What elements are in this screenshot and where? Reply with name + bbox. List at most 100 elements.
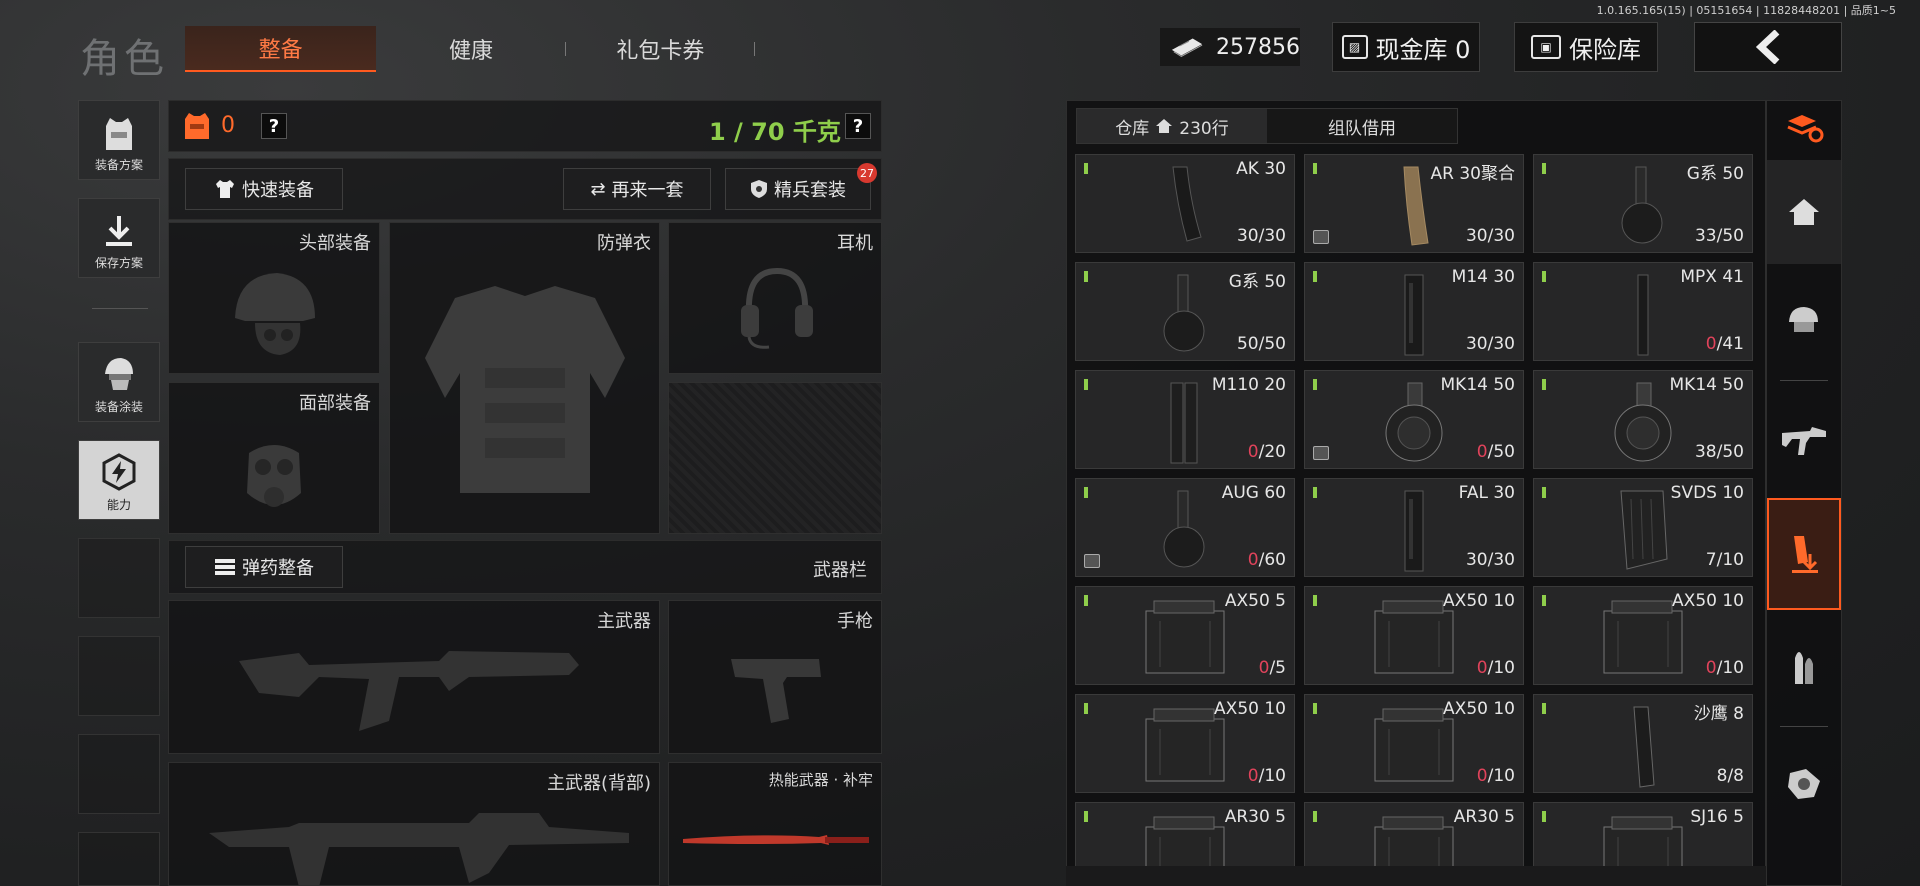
download-icon [106,216,132,246]
vault-icon: ▨ [1341,35,1368,59]
item-name: G系 50 [1686,164,1744,184]
weight-help-button[interactable]: ? [845,113,871,139]
tab-loadout[interactable]: 整备 [185,26,377,72]
category-magazine-button[interactable] [1767,498,1841,610]
magazine-icon [1165,165,1205,247]
elite-set-button[interactable]: 精兵套装 [725,168,871,210]
empty-sidebar-slot [78,832,160,886]
inventory-item[interactable]: AX50 10 0/10 [1075,694,1295,793]
ammo-stack-icon [215,559,235,575]
magazine-icon [1399,489,1429,576]
inventory-item[interactable]: AX50 10 0/10 [1304,694,1524,793]
quick-equip-button[interactable]: 快速装备 [185,168,343,210]
item-ammo-current: 0 [1476,658,1488,678]
sniper-silhouette-icon [209,813,629,885]
item-ammo-count: 7/10 [1705,550,1744,570]
inventory-item[interactable]: SVDS 10 7/10 [1533,478,1753,577]
category-home-button[interactable] [1767,160,1841,264]
inventory-item[interactable]: AUG 60 0/60 [1075,478,1295,577]
item-quality-indicator [1542,487,1546,498]
tab-storage[interactable]: 仓库 230行 [1077,109,1267,143]
item-ammo-count: 0/10 [1705,658,1744,678]
equipment-skin-button[interactable]: 装备涂装 [78,342,160,422]
locked-slot [668,382,882,534]
item-ammo-current: 33 [1694,226,1717,246]
item-quality-indicator [1542,163,1546,174]
thermal-weapon-slot[interactable]: 热能武器 · 补牢 [668,762,882,886]
gasmask-silhouette-icon [247,445,301,507]
money-amount: 257856 [1216,34,1300,60]
item-ammo-count: 33/50 [1694,226,1744,246]
inventory-item[interactable]: MK14 50 0/50 [1304,370,1524,469]
item-name: AR30 5 [1453,807,1515,827]
item-ammo-current: 8 [1716,766,1728,786]
weapon-bar-label: 武器栏 [813,560,867,581]
inventory-item[interactable]: AR 30聚合 30/30 [1304,154,1524,253]
inventory-item[interactable]: AX50 10 0/10 [1533,586,1753,685]
inventory-item[interactable]: 沙鹰 8 8/8 [1533,694,1753,793]
primary-slot-label: 主武器 [597,611,651,632]
tab-team-borrow[interactable]: 组队借用 [1267,109,1457,143]
inventory-item[interactable]: G系 50 33/50 [1533,154,1753,253]
inventory-item[interactable]: MPX 41 0/41 [1533,262,1753,361]
item-name: FAL 30 [1458,483,1515,503]
ammo-icon [1795,652,1813,684]
item-name: MK14 50 [1440,375,1515,395]
item-ammo-current: 38 [1694,442,1717,462]
inventory-item[interactable]: M14 30 30/30 [1304,262,1524,361]
item-name: MK14 50 [1669,375,1744,395]
vest-plan-icon [106,118,132,150]
primary-weapon-back-slot[interactable]: 主武器(背部) [168,762,660,886]
safe-box-label: 保险库 [1569,35,1641,64]
headset-slot[interactable]: 耳机 [668,222,882,374]
inventory-item[interactable]: MK14 50 38/50 [1533,370,1753,469]
refresh-icon: ⇄ [590,178,606,200]
item-ammo-count: 0/10 [1476,766,1515,786]
tab-health[interactable]: 健康 [376,26,566,72]
storage-tab-label: 仓库 [1115,118,1150,139]
item-ammo-current: 30 [1236,226,1259,246]
back-button[interactable] [1694,22,1842,72]
reroll-button[interactable]: ⇄ 再来一套 [563,168,711,210]
save-plan-label: 保存方案 [94,256,143,270]
pistol-slot[interactable]: 手枪 [668,600,882,754]
head-gear-slot[interactable]: 头部装备 [168,222,380,374]
inventory-item[interactable]: AX50 10 0/10 [1304,586,1524,685]
inventory-item[interactable]: AX50 5 0/5 [1075,586,1295,685]
face-gear-slot[interactable]: 面部装备 [168,382,380,534]
tab-gift-coupons[interactable]: 礼包卡券 [566,26,755,72]
inventory-grid: AK 30 30/30 AR 30聚合 30/30 G系 50 33/50 G系 50 50/… [1075,154,1765,886]
category-ammo-button[interactable] [1767,616,1841,716]
ammo-equip-button[interactable]: 弹药整备 [185,546,343,588]
body-armor-slot[interactable]: 防弹衣 [389,222,660,534]
primary-weapon-slot[interactable]: 主武器 [168,600,660,754]
back-arrow-icon [1755,30,1780,64]
empty-sidebar-slot [78,636,160,716]
category-scope-button[interactable] [1767,734,1841,834]
item-ammo-max: 50 [1722,442,1744,462]
face-slot-label: 面部装备 [299,393,371,414]
category-sort-button[interactable] [1767,102,1841,154]
armor-help-button[interactable]: ? [261,113,287,139]
item-ammo-current: 0 [1705,658,1717,678]
save-plan-button[interactable]: 保存方案 [78,198,160,278]
category-rifle-button[interactable] [1767,390,1841,490]
inventory-item[interactable]: AK 30 30/30 [1075,154,1295,253]
helmet-icon [1789,307,1818,332]
inventory-item[interactable]: G系 50 50/50 [1075,262,1295,361]
item-name: AR 30聚合 [1430,164,1515,184]
loadout-plan-button[interactable]: 装备方案 [78,100,160,180]
inventory-item[interactable]: M110 20 0/20 [1075,370,1295,469]
ability-button[interactable]: 能力 [78,440,160,520]
item-ammo-current: 0 [1705,334,1717,354]
item-quality-indicator [1313,487,1317,498]
cash-vault-button[interactable]: ▨ 现金库 0 [1332,22,1480,72]
category-helmet-button[interactable] [1767,270,1841,370]
safe-box-button[interactable]: ▣ 保险库 [1514,22,1658,72]
reroll-label: 再来一套 [611,180,684,201]
inventory-item[interactable]: FAL 30 30/30 [1304,478,1524,577]
magazine-icon [1792,536,1818,573]
magazine-icon [1631,273,1655,360]
stack-refresh-icon [1787,115,1824,143]
item-name: AX50 10 [1443,699,1515,719]
